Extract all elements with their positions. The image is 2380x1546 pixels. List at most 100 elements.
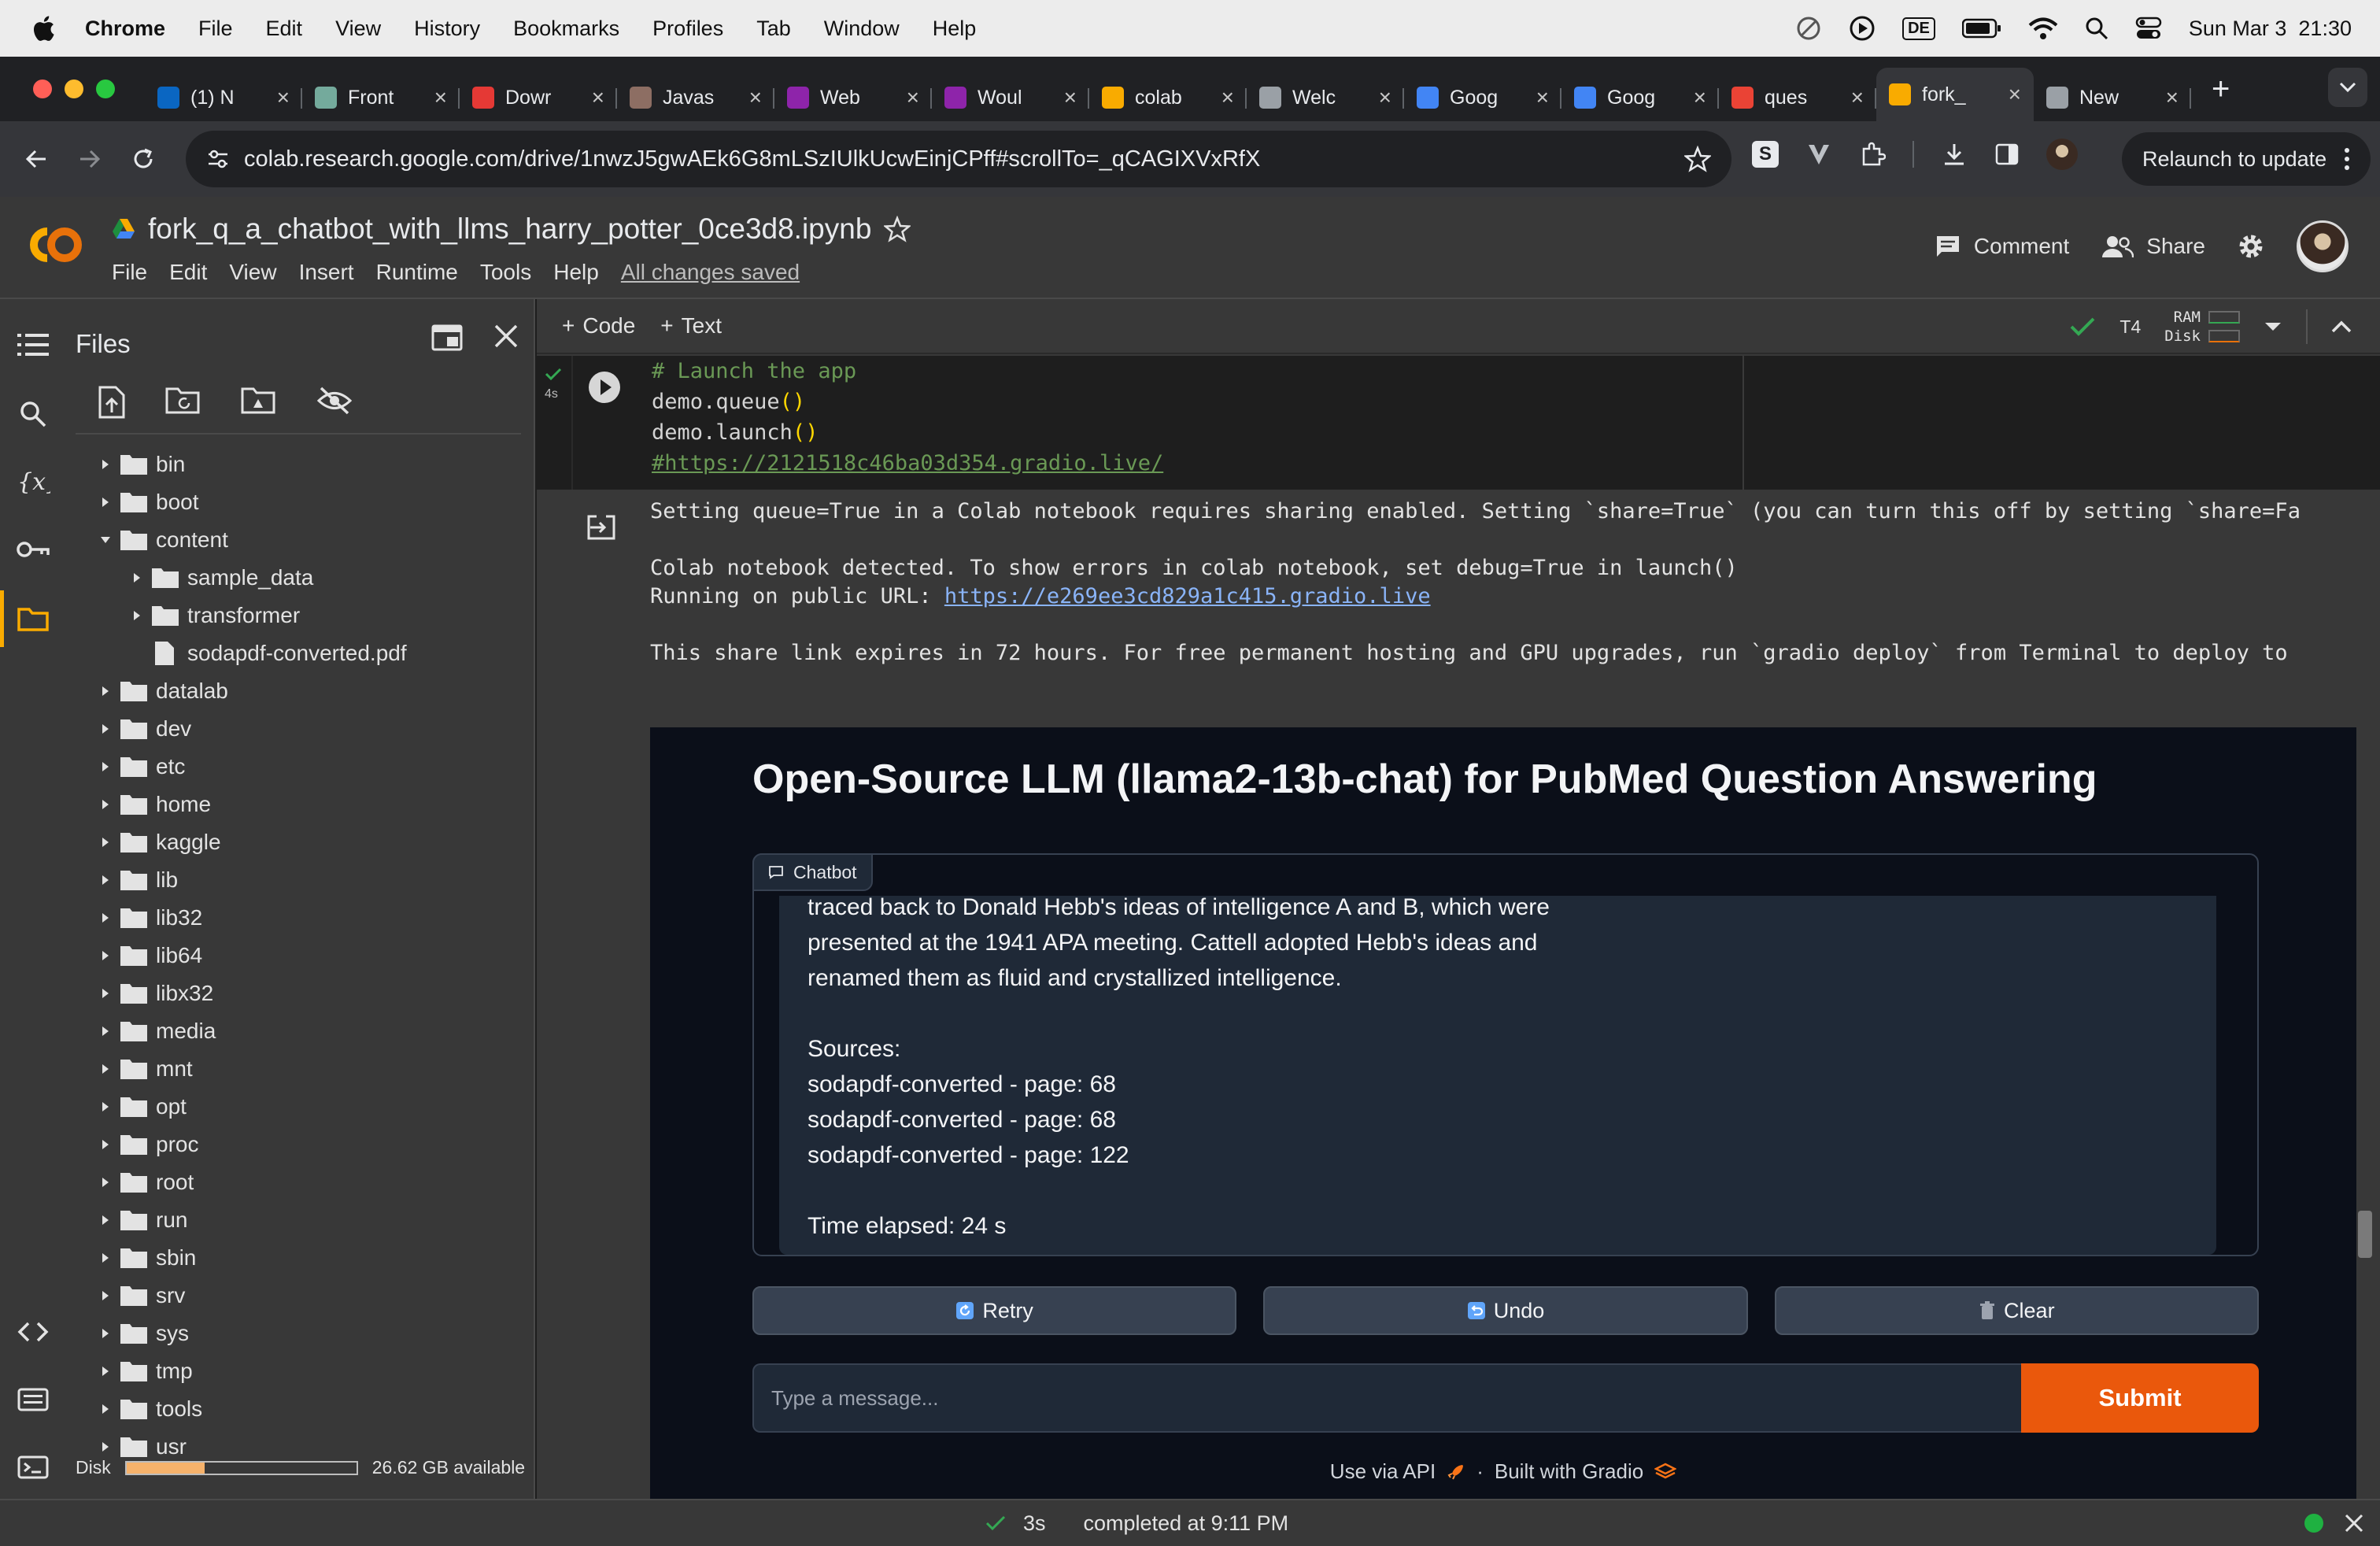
browser-tab[interactable]: Dowr × — [460, 74, 617, 121]
screen-mirroring-icon[interactable] — [1795, 15, 1822, 42]
close-tab-icon[interactable]: × — [2009, 82, 2021, 107]
folder-item[interactable]: mnt — [65, 1050, 521, 1088]
input-source-indicator[interactable]: DE — [1902, 17, 1935, 40]
mount-drive-icon[interactable] — [241, 386, 277, 416]
folder-item[interactable]: bin — [65, 446, 521, 483]
new-tab-button[interactable]: + — [2212, 72, 2230, 107]
undo-button[interactable]: Undo — [1263, 1286, 1748, 1335]
search-icon[interactable] — [16, 397, 50, 431]
url-text[interactable]: colab.research.google.com/drive/1nwzJ5gw… — [244, 146, 1260, 172]
caret-right-icon[interactable] — [99, 874, 112, 886]
menu-edit[interactable]: Edit — [266, 17, 303, 41]
built-with-gradio-link[interactable]: Built with Gradio — [1495, 1459, 1643, 1484]
relaunch-to-update-button[interactable]: Relaunch to update — [2122, 132, 2371, 186]
retry-button[interactable]: Retry — [752, 1286, 1237, 1335]
close-tab-icon[interactable]: × — [749, 85, 762, 110]
save-status-link[interactable]: All changes saved — [621, 260, 800, 285]
close-tab-icon[interactable]: × — [277, 85, 290, 110]
submit-button[interactable]: Submit — [2021, 1363, 2259, 1433]
chevron-up-icon[interactable] — [2331, 320, 2352, 333]
back-button[interactable] — [19, 142, 54, 176]
caret-right-icon[interactable] — [99, 760, 112, 773]
nb-menu-runtime[interactable]: Runtime — [376, 260, 458, 285]
folder-item[interactable]: libx32 — [65, 975, 521, 1012]
close-tab-icon[interactable]: × — [434, 85, 447, 110]
browser-tab[interactable]: Goog × — [1561, 74, 1719, 121]
forward-button[interactable] — [72, 142, 107, 176]
terminal-icon[interactable] — [16, 1450, 50, 1485]
close-window-button[interactable] — [33, 80, 52, 98]
use-via-api-link[interactable]: Use via API — [1330, 1459, 1436, 1484]
google-drive-icon[interactable] — [112, 218, 135, 240]
close-tab-icon[interactable]: × — [592, 85, 604, 110]
caret-right-icon[interactable] — [131, 571, 143, 584]
tab-search-button[interactable] — [2328, 68, 2367, 107]
add-text-cell-button[interactable]: + Text — [660, 313, 722, 338]
caret-right-icon[interactable] — [99, 1365, 112, 1378]
user-avatar[interactable] — [2297, 220, 2349, 272]
battery-icon[interactable] — [1961, 18, 2001, 39]
menu-bookmarks[interactable]: Bookmarks — [513, 17, 619, 41]
folder-item[interactable]: lib64 — [65, 937, 521, 975]
runtime-type[interactable]: T4 — [2119, 316, 2141, 338]
caret-right-icon[interactable] — [99, 1100, 112, 1113]
browser-tab[interactable]: fork_ × — [1876, 68, 2034, 121]
connection-status-dot[interactable] — [2304, 1514, 2323, 1533]
caret-right-icon[interactable] — [99, 685, 112, 697]
hide-files-eye-icon[interactable] — [316, 386, 353, 416]
folder-item[interactable]: tools — [65, 1390, 521, 1428]
open-in-tab-icon[interactable] — [431, 324, 463, 351]
folder-item[interactable]: root — [65, 1163, 521, 1201]
caret-right-icon[interactable] — [131, 609, 143, 622]
browser-tab[interactable]: Welc × — [1247, 74, 1404, 121]
browser-tab[interactable]: colab × — [1089, 74, 1247, 121]
nb-menu-view[interactable]: View — [229, 260, 276, 285]
folder-item[interactable]: media — [65, 1012, 521, 1050]
apple-icon[interactable] — [31, 14, 55, 43]
colab-logo-icon[interactable] — [22, 220, 90, 269]
browser-tab[interactable]: (1) N × — [145, 74, 302, 121]
caret-right-icon[interactable] — [99, 949, 112, 962]
share-button[interactable]: Share — [2101, 234, 2205, 259]
close-tab-icon[interactable]: × — [1851, 85, 1864, 110]
folder-item[interactable]: opt — [65, 1088, 521, 1126]
folder-item[interactable]: tmp — [65, 1352, 521, 1390]
browser-tab[interactable]: Goog × — [1404, 74, 1561, 121]
folder-item[interactable]: content — [65, 521, 521, 559]
zoom-window-button[interactable] — [96, 80, 115, 98]
caret-right-icon[interactable] — [99, 1441, 112, 1453]
folder-item[interactable]: lib32 — [65, 899, 521, 937]
caret-right-icon[interactable] — [99, 1176, 112, 1189]
browser-tab[interactable]: Woul × — [932, 74, 1089, 121]
close-tab-icon[interactable]: × — [907, 85, 919, 110]
menu-view[interactable]: View — [335, 17, 381, 41]
upload-file-icon[interactable] — [98, 386, 126, 419]
caret-right-icon[interactable] — [99, 987, 112, 1000]
nb-menu-help[interactable]: Help — [553, 260, 599, 285]
folder-item[interactable]: lib — [65, 861, 521, 899]
close-tab-icon[interactable]: × — [1694, 85, 1706, 110]
caret-right-icon[interactable] — [99, 1403, 112, 1415]
chevron-down-icon[interactable] — [2264, 321, 2282, 332]
nb-menu-tools[interactable]: Tools — [480, 260, 531, 285]
extensions-puzzle-icon[interactable] — [1859, 141, 1886, 168]
secrets-key-icon[interactable] — [16, 532, 50, 567]
public-url-link[interactable]: https://e269ee3cd829a1c415.gradio.live — [944, 584, 1431, 608]
site-settings-icon[interactable] — [206, 147, 230, 171]
folder-item[interactable]: kaggle — [65, 823, 521, 861]
variables-icon[interactable]: {x} — [16, 464, 50, 499]
caret-right-icon[interactable] — [99, 1063, 112, 1075]
close-tab-icon[interactable]: × — [1536, 85, 1549, 110]
folder-item[interactable]: boot — [65, 483, 521, 521]
close-icon[interactable] — [493, 323, 519, 350]
menubar-clock[interactable]: Sun Mar 3 21:30 — [2189, 17, 2352, 41]
refresh-folder-icon[interactable] — [165, 386, 201, 416]
comment-button[interactable]: Comment — [1935, 234, 2069, 259]
output-scrollbar[interactable] — [2358, 1211, 2372, 1258]
play-icon[interactable] — [1849, 15, 1876, 42]
command-palette-icon[interactable] — [16, 1382, 50, 1417]
files-folder-icon[interactable] — [0, 590, 50, 647]
nb-menu-file[interactable]: File — [112, 260, 147, 285]
execution-status[interactable]: 3s completed at 9:11 PM — [985, 1511, 1288, 1536]
nb-menu-edit[interactable]: Edit — [169, 260, 207, 285]
